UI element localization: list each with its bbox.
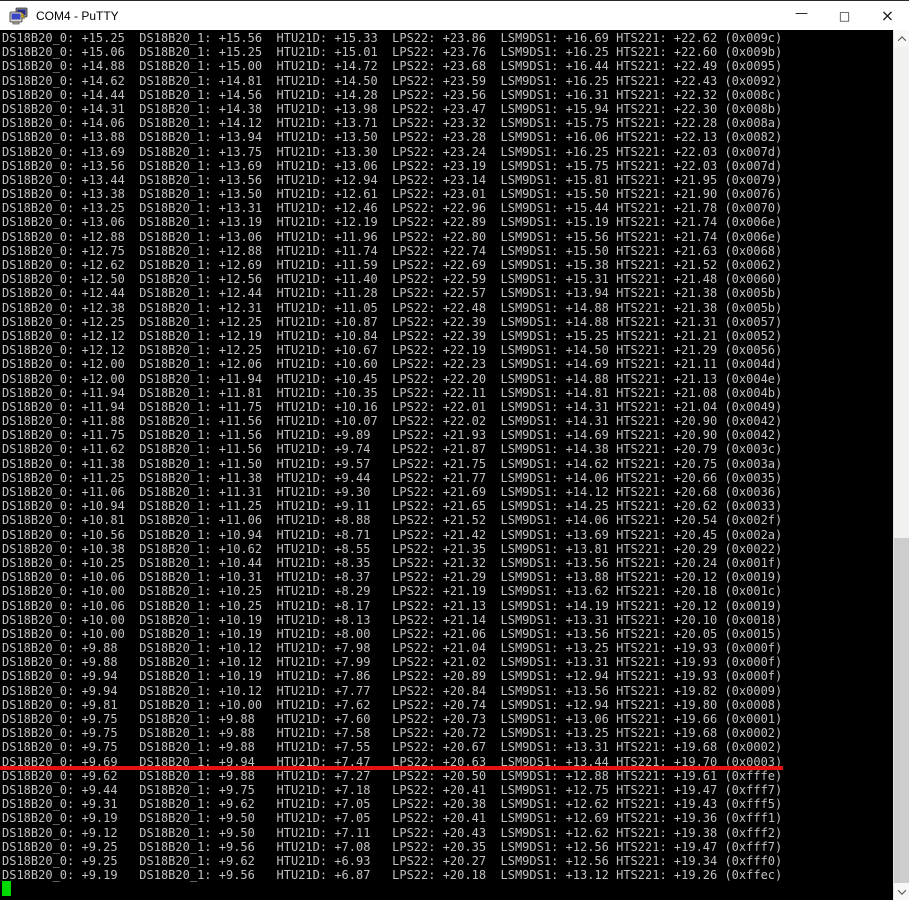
terminal-line: DS18B20_0: +12.25 DS18B20_1: +12.25 HTU2…: [2, 314, 783, 329]
terminal-line: DS18B20_0: +15.25 DS18B20_1: +15.56 HTU2…: [2, 31, 783, 45]
terminal-line: DS18B20_0: +9.94 DS18B20_1: +10.12 HTU21…: [2, 683, 783, 698]
terminal-line: DS18B20_0: +10.56 DS18B20_1: +10.94 HTU2…: [2, 527, 783, 542]
terminal-cursor: [2, 881, 11, 896]
close-button[interactable]: ×: [866, 1, 909, 30]
terminal-line: DS18B20_0: +9.88 DS18B20_1: +10.12 HTU21…: [2, 641, 783, 656]
terminal-line: DS18B20_0: +9.62 DS18B20_1: +9.88 HTU21D…: [2, 768, 783, 783]
terminal-line: DS18B20_0: +9.75 DS18B20_1: +9.88 HTU21D…: [2, 726, 783, 741]
maximize-button[interactable]: □: [823, 1, 866, 30]
terminal-line: DS18B20_0: +9.25 DS18B20_1: +9.62 HTU21D…: [2, 853, 783, 868]
terminal-line: DS18B20_0: +11.75 DS18B20_1: +11.56 HTU2…: [2, 428, 783, 443]
terminal-line: DS18B20_0: +11.62 DS18B20_1: +11.56 HTU2…: [2, 442, 783, 457]
terminal-line: DS18B20_0: +13.88 DS18B20_1: +13.94 HTU2…: [2, 130, 783, 145]
chevron-up-icon: [897, 35, 907, 45]
highlight-underline: [0, 765, 783, 770]
terminal-line: DS18B20_0: +12.50 DS18B20_1: +12.56 HTU2…: [2, 272, 783, 287]
terminal-line: DS18B20_0: +14.62 DS18B20_1: +14.81 HTU2…: [2, 73, 783, 88]
terminal-line: DS18B20_0: +13.56 DS18B20_1: +13.69 HTU2…: [2, 158, 783, 173]
terminal-line: DS18B20_0: +9.75 DS18B20_1: +9.88 HTU21D…: [2, 740, 783, 755]
terminal-line: DS18B20_0: +11.94 DS18B20_1: +11.75 HTU2…: [2, 399, 783, 414]
terminal-line: DS18B20_0: +9.88 DS18B20_1: +10.12 HTU21…: [2, 655, 783, 670]
terminal-line: DS18B20_0: +9.75 DS18B20_1: +9.88 HTU21D…: [2, 712, 783, 726]
terminal-line: DS18B20_0: +10.06 DS18B20_1: +10.25 HTU2…: [2, 598, 783, 613]
terminal-line: DS18B20_0: +13.38 DS18B20_1: +13.50 HTU2…: [2, 187, 783, 202]
scrollbar-thumb[interactable]: [894, 538, 909, 884]
caption-buttons: — □ ×: [780, 1, 909, 30]
terminal-screen[interactable]: DS18B20_0: +15.25 DS18B20_1: +15.56 HTU2…: [0, 30, 893, 900]
terminal-line: DS18B20_0: +12.62 DS18B20_1: +12.69 HTU2…: [2, 258, 783, 272]
terminal-line: DS18B20_0: +9.94 DS18B20_1: +10.19 HTU21…: [2, 669, 783, 684]
terminal-line: DS18B20_0: +12.88 DS18B20_1: +13.06 HTU2…: [2, 229, 783, 244]
terminal-line: DS18B20_0: +9.19 DS18B20_1: +9.56 HTU21D…: [2, 868, 783, 883]
terminal-line: DS18B20_0: +9.25 DS18B20_1: +9.56 HTU21D…: [2, 839, 783, 854]
terminal-line: DS18B20_0: +13.06 DS18B20_1: +13.19 HTU2…: [2, 215, 783, 230]
terminal-line: DS18B20_0: +10.94 DS18B20_1: +11.25 HTU2…: [2, 499, 783, 514]
terminal-line: DS18B20_0: +9.19 DS18B20_1: +9.50 HTU21D…: [2, 811, 783, 826]
terminal-line: DS18B20_0: +10.00 DS18B20_1: +10.19 HTU2…: [2, 626, 783, 641]
terminal-line: DS18B20_0: +12.00 DS18B20_1: +12.06 HTU2…: [2, 357, 783, 372]
terminal-line: DS18B20_0: +12.00 DS18B20_1: +11.94 HTU2…: [2, 371, 783, 386]
terminal-line: DS18B20_0: +10.81 DS18B20_1: +11.06 HTU2…: [2, 513, 783, 528]
terminal-line: DS18B20_0: +13.69 DS18B20_1: +13.75 HTU2…: [2, 144, 783, 159]
terminal-line: DS18B20_0: +11.06 DS18B20_1: +11.31 HTU2…: [2, 485, 783, 499]
terminal-line: DS18B20_0: +14.44 DS18B20_1: +14.56 HTU2…: [2, 87, 783, 102]
terminal-line: DS18B20_0: +11.25 DS18B20_1: +11.38 HTU2…: [2, 470, 783, 485]
terminal-line: DS18B20_0: +13.44 DS18B20_1: +13.56 HTU2…: [2, 172, 783, 187]
window-title: COM4 - PuTTY: [36, 8, 119, 23]
terminal-line: DS18B20_0: +14.88 DS18B20_1: +15.00 HTU2…: [2, 59, 783, 74]
chevron-down-icon: [897, 885, 907, 895]
terminal-output: DS18B20_0: +15.25 DS18B20_1: +15.56 HTU2…: [2, 31, 893, 882]
terminal-line: DS18B20_0: +11.88 DS18B20_1: +11.56 HTU2…: [2, 414, 783, 429]
terminal-line: DS18B20_0: +9.12 DS18B20_1: +9.50 HTU21D…: [2, 825, 783, 840]
terminal-line: DS18B20_0: +9.44 DS18B20_1: +9.75 HTU21D…: [2, 782, 783, 797]
terminal-line: DS18B20_0: +12.38 DS18B20_1: +12.31 HTU2…: [2, 300, 783, 315]
minimize-button[interactable]: —: [780, 1, 823, 30]
terminal-line: DS18B20_0: +9.81 DS18B20_1: +10.00 HTU21…: [2, 697, 783, 712]
terminal-line: DS18B20_0: +15.06 DS18B20_1: +15.25 HTU2…: [2, 45, 783, 60]
terminal-line: DS18B20_0: +9.31 DS18B20_1: +9.62 HTU21D…: [2, 797, 783, 812]
terminal-line: DS18B20_0: +10.00 DS18B20_1: +10.25 HTU2…: [2, 584, 783, 599]
putty-app-icon: [9, 7, 28, 24]
terminal-line: DS18B20_0: +12.75 DS18B20_1: +12.88 HTU2…: [2, 243, 783, 258]
terminal-line: DS18B20_0: +10.38 DS18B20_1: +10.62 HTU2…: [2, 541, 783, 556]
title-bar: COM4 - PuTTY — □ ×: [0, 0, 909, 30]
terminal-line: DS18B20_0: +11.94 DS18B20_1: +11.81 HTU2…: [2, 385, 783, 400]
terminal-line: DS18B20_0: +14.31 DS18B20_1: +14.38 HTU2…: [2, 101, 783, 116]
terminal-line: DS18B20_0: +11.38 DS18B20_1: +11.50 HTU2…: [2, 456, 783, 471]
terminal-line: DS18B20_0: +10.06 DS18B20_1: +10.31 HTU2…: [2, 570, 783, 585]
terminal-line: DS18B20_0: +10.25 DS18B20_1: +10.44 HTU2…: [2, 555, 783, 570]
terminal-line: DS18B20_0: +13.25 DS18B20_1: +13.31 HTU2…: [2, 201, 783, 216]
scroll-up-button[interactable]: [894, 30, 909, 47]
scroll-down-button[interactable]: [894, 883, 909, 900]
terminal-line: DS18B20_0: +12.44 DS18B20_1: +12.44 HTU2…: [2, 286, 783, 301]
terminal-line: DS18B20_0: +12.12 DS18B20_1: +12.25 HTU2…: [2, 343, 783, 358]
scrollbar[interactable]: [893, 30, 909, 900]
terminal-line: DS18B20_0: +10.00 DS18B20_1: +10.19 HTU2…: [2, 612, 783, 627]
terminal-line: DS18B20_0: +14.06 DS18B20_1: +14.12 HTU2…: [2, 116, 783, 131]
terminal-line: DS18B20_0: +12.12 DS18B20_1: +12.19 HTU2…: [2, 328, 783, 343]
